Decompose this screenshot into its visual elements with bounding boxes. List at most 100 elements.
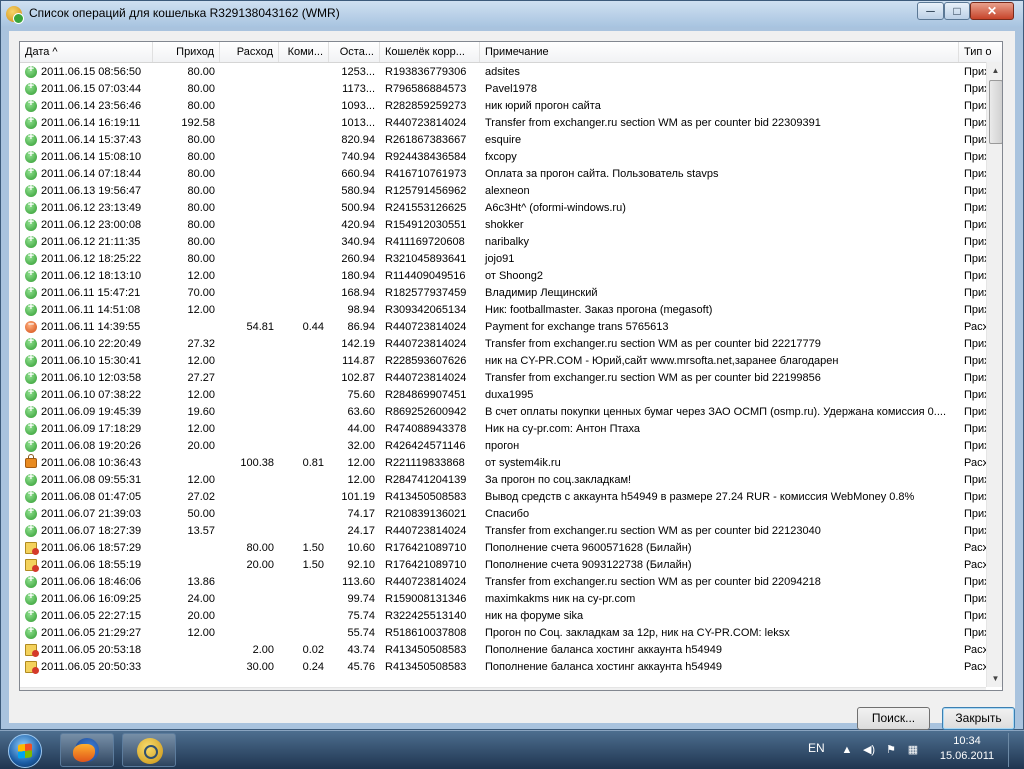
cell-date: 2011.06.08 19:20:26: [41, 440, 142, 452]
table-row[interactable]: 2011.06.15 08:56:50 80.00 1253... R19383677…: [20, 63, 1002, 81]
table-row[interactable]: 2011.06.07 21:39:03 50.00 74.17 R2108391360…: [20, 505, 1002, 523]
table-row[interactable]: 2011.06.14 16:19:11 192.58 1013... R4407238…: [20, 114, 1002, 132]
table-row[interactable]: 2011.06.12 23:00:08 80.00 420.94 R154912030…: [20, 216, 1002, 234]
cell-wallet: R518610037808: [385, 627, 467, 639]
show-hidden-icons-icon[interactable]: ▲: [840, 743, 854, 757]
cell-expense: [220, 149, 279, 166]
horizontal-scrollbar[interactable]: ◄ ||| ►: [20, 687, 986, 691]
close-button[interactable]: Закрыть: [942, 707, 1015, 730]
cell-date: 2011.06.05 22:27:15: [41, 610, 142, 622]
cell-income: 12.00: [187, 355, 215, 367]
table-row[interactable]: 2011.06.10 07:38:22 12.00 75.60 R2848699074…: [20, 386, 1002, 404]
cell-fee: [279, 132, 329, 149]
cell-expense: [220, 591, 279, 608]
show-desktop-button[interactable]: [1008, 733, 1023, 767]
table-row[interactable]: 2011.06.08 19:20:26 20.00 32.00 R4264245711…: [20, 437, 1002, 455]
column-header-balance[interactable]: Оста...: [329, 42, 380, 62]
cell-fee: [279, 472, 329, 489]
cell-note: duxa1995: [485, 389, 534, 401]
column-header-wallet[interactable]: Кошелёк корр...: [380, 42, 480, 62]
start-button[interactable]: [2, 733, 52, 768]
taskbar-webmoney[interactable]: [122, 733, 176, 767]
table-row[interactable]: 2011.06.12 18:25:22 80.00 260.94 R321045893…: [20, 250, 1002, 268]
maximize-button[interactable]: □: [944, 2, 970, 20]
table-row[interactable]: 2011.06.09 19:45:39 19.60 63.60 R8692526009…: [20, 403, 1002, 421]
table-row[interactable]: 2011.06.05 21:29:27 12.00 55.74 R5186100378…: [20, 624, 1002, 642]
cell-expense: [220, 625, 279, 642]
table-row[interactable]: 2011.06.08 01:47:05 27.02 101.19 R413450508…: [20, 488, 1002, 506]
table-row[interactable]: 2011.06.11 15:47:21 70.00 168.94 R182577937…: [20, 284, 1002, 302]
table-row[interactable]: 2011.06.12 18:13:10 12.00 180.94 R114409049…: [20, 267, 1002, 285]
column-header-fee[interactable]: Коми...: [279, 42, 329, 62]
cell-expense: [220, 268, 279, 285]
cell-date: 2011.06.11 15:47:21: [41, 287, 141, 299]
cell-fee: [279, 302, 329, 319]
cell-fee: [279, 489, 329, 506]
table-row[interactable]: 2011.06.05 20:53:18 2.00 0.02 43.74 R4134505…: [20, 642, 1002, 659]
table-row[interactable]: 2011.06.08 10:36:43 100.38 0.81 12.00 R22111…: [20, 454, 1002, 472]
cell-expense: [220, 608, 279, 625]
table-row[interactable]: 2011.06.10 22:20:49 27.32 142.19 R440723814…: [20, 335, 1002, 353]
cell-fee: 1.50: [302, 559, 324, 571]
table-row[interactable]: 2011.06.14 15:08:10 80.00 740.94 R924438436…: [20, 148, 1002, 166]
table-row[interactable]: 2011.06.07 18:27:39 13.57 24.17 R4407238140…: [20, 522, 1002, 540]
table-row[interactable]: 2011.06.06 18:46:06 13.86 113.60 R440723814…: [20, 573, 1002, 591]
column-header-expense[interactable]: Расход: [220, 42, 279, 62]
column-header-type[interactable]: Тип о: [959, 42, 1002, 62]
cell-note: Оплата за прогон сайта. Пользователь sta…: [485, 168, 719, 180]
cell-date: 2011.06.13 19:56:47: [41, 185, 142, 197]
operations-list[interactable]: Дата ^ Приход Расход Коми... Оста... Кошелёк …: [19, 41, 1003, 691]
cell-expense: [220, 302, 279, 319]
cell-fee: [279, 574, 329, 591]
cell-note: alexneon: [485, 185, 530, 197]
table-row[interactable]: 2011.06.09 17:18:29 12.00 44.00 R4740889433…: [20, 420, 1002, 438]
scroll-down-arrow-icon[interactable]: ▼: [987, 670, 1002, 687]
action-center-flag-icon[interactable]: ⚑: [884, 743, 898, 757]
cell-expense: [220, 115, 279, 132]
table-row[interactable]: 2011.06.10 12:03:58 27.27 102.87 R440723814…: [20, 369, 1002, 387]
table-row[interactable]: 2011.06.06 18:55:19 20.00 1.50 92.10 R176421…: [20, 557, 1002, 574]
scroll-left-arrow-icon[interactable]: ◄: [20, 688, 37, 690]
language-indicator[interactable]: EN: [808, 741, 825, 755]
network-icon[interactable]: ▦: [906, 743, 920, 757]
cell-date: 2011.06.09 17:18:29: [41, 423, 142, 435]
cell-wallet: R416710761973: [385, 168, 467, 180]
cell-balance: 12.00: [347, 474, 375, 486]
column-header-date[interactable]: Дата ^: [20, 42, 153, 62]
cell-balance: 660.94: [341, 168, 375, 180]
table-row[interactable]: 2011.06.12 23:13:49 80.00 500.94 R241553126…: [20, 199, 1002, 217]
taskbar-firefox[interactable]: [60, 733, 114, 767]
table-row[interactable]: 2011.06.06 16:09:25 24.00 99.74 R1590081313…: [20, 590, 1002, 608]
close-window-button[interactable]: ✕: [970, 2, 1014, 20]
cell-income: [153, 319, 220, 336]
table-row[interactable]: 2011.06.13 19:56:47 80.00 580.94 R125791456…: [20, 182, 1002, 200]
table-row[interactable]: 2011.06.10 15:30:41 12.00 114.87 R228593607…: [20, 352, 1002, 370]
table-row[interactable]: 2011.06.08 09:55:31 12.00 12.00 R2847412041…: [20, 471, 1002, 489]
table-row[interactable]: 2011.06.11 14:39:55 54.81 0.44 86.94 R440723…: [20, 318, 1002, 336]
cell-date: 2011.06.05 20:53:18: [41, 644, 142, 656]
table-row[interactable]: 2011.06.12 21:11:35 80.00 340.94 R411169720…: [20, 233, 1002, 251]
horizontal-scroll-thumb[interactable]: |||: [39, 690, 925, 691]
cell-balance: 142.19: [341, 338, 375, 350]
vertical-scrollbar[interactable]: ▲ ▼: [986, 62, 1002, 687]
table-row[interactable]: 2011.06.05 20:50:33 30.00 0.24 45.76 R413450…: [20, 659, 1002, 676]
search-button[interactable]: Поиск...: [857, 707, 930, 730]
table-row[interactable]: 2011.06.06 18:57:29 80.00 1.50 10.60 R176421…: [20, 540, 1002, 557]
title-bar[interactable]: Список операций для кошелька R3291380431…: [1, 1, 1023, 27]
scroll-up-arrow-icon[interactable]: ▲: [987, 62, 1002, 79]
vertical-scroll-thumb[interactable]: [989, 80, 1002, 144]
table-row[interactable]: 2011.06.14 07:18:44 80.00 660.94 R416710761…: [20, 165, 1002, 183]
table-row[interactable]: 2011.06.15 07:03:44 80.00 1173... R79658688…: [20, 80, 1002, 98]
table-row[interactable]: 2011.06.14 15:37:43 80.00 820.94 R261867383…: [20, 131, 1002, 149]
cell-wallet: R426424571146: [385, 440, 466, 452]
volume-icon[interactable]: ◀): [862, 743, 876, 757]
table-row[interactable]: 2011.06.14 23:56:46 80.00 1093... R28285925…: [20, 97, 1002, 115]
taskbar-clock[interactable]: 10:34 15.06.2011: [932, 734, 1002, 764]
minimize-button[interactable]: ─: [917, 2, 944, 20]
scroll-right-arrow-icon[interactable]: ►: [969, 688, 986, 690]
column-header-note[interactable]: Примечание: [480, 42, 959, 62]
table-row[interactable]: 2011.06.11 14:51:08 12.00 98.94 R3093420651…: [20, 301, 1002, 319]
column-header-income[interactable]: Приход: [153, 42, 220, 62]
cell-fee: 0.24: [302, 661, 324, 673]
table-row[interactable]: 2011.06.05 22:27:15 20.00 75.74 R3224255131…: [20, 607, 1002, 625]
